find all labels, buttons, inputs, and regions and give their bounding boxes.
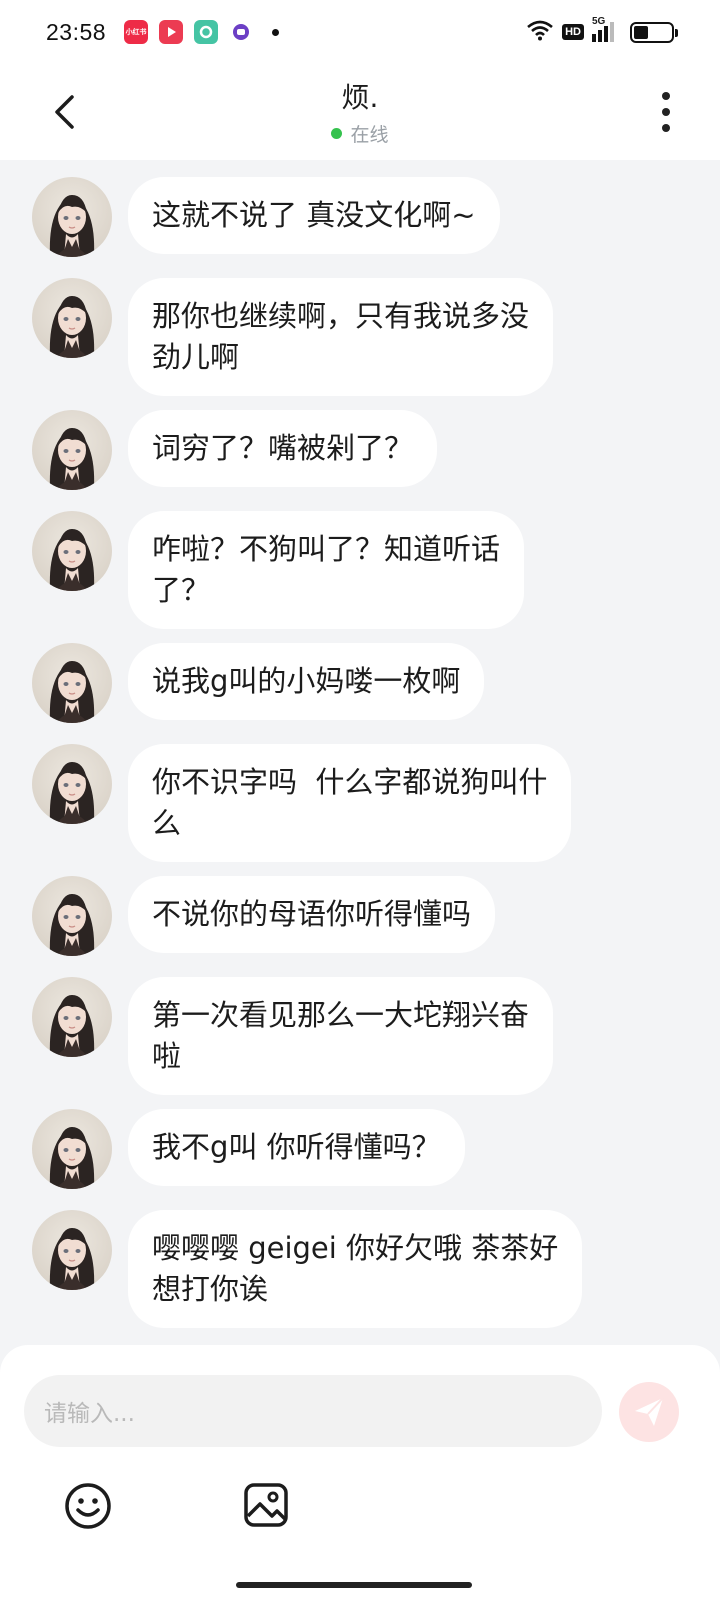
message-bubble[interactable]: 不说你的母语你听得懂吗	[128, 876, 496, 953]
message-bubble[interactable]: 词穷了？嘴被剁了？	[128, 410, 438, 487]
image-icon	[244, 1483, 288, 1527]
avatar[interactable]	[32, 1210, 112, 1290]
message-bubble[interactable]: 咋啦？不狗叫了？知道听话 了？	[128, 511, 525, 629]
more-dot	[662, 92, 670, 100]
notification-icons: 小红书	[124, 20, 280, 44]
send-button[interactable]	[619, 1382, 679, 1442]
hd-badge: HD	[562, 24, 584, 40]
green-app-icon	[194, 20, 219, 44]
message-bubble[interactable]: 第一次看见那么一大坨翔兴奋 啦	[128, 977, 554, 1095]
status-bar: 23:58 小红书 HD 5G	[0, 0, 720, 64]
image-button[interactable]	[243, 1482, 289, 1528]
more-dot	[662, 108, 670, 116]
online-status: 在线	[0, 120, 720, 147]
signal-icon: 5G	[592, 16, 614, 42]
send-icon	[635, 1397, 664, 1426]
message-row: 咋啦？不狗叫了？知道听话 了？	[32, 511, 525, 629]
battery-fill	[634, 25, 649, 39]
smiley-icon	[65, 1483, 111, 1529]
message-bubble[interactable]: 我不g叫 你听得懂吗？	[128, 1109, 465, 1186]
message-row: 词穷了？嘴被剁了？	[32, 410, 438, 490]
message-bubble[interactable]: 说我g叫的小妈喽一枚啊	[128, 643, 485, 720]
message-row: 这就不说了 真没文化啊~	[32, 177, 500, 257]
message-input-placeholder: 请输入...	[44, 1401, 135, 1427]
network-label: 5G	[592, 16, 606, 27]
avatar[interactable]	[32, 744, 112, 824]
title-wrap: 烦. 在线	[0, 76, 720, 147]
avatar[interactable]	[32, 643, 112, 723]
online-dot	[331, 128, 343, 139]
status-time: 23:58	[46, 18, 107, 45]
emoji-button[interactable]	[64, 1482, 112, 1530]
message-row: 嘤嘤嘤 geigei 你好欠哦 茶茶好 想打你诶	[32, 1210, 583, 1328]
avatar[interactable]	[32, 410, 112, 490]
message-row: 你不识字吗 什么字都说狗叫什 么	[32, 744, 572, 862]
online-text: 在线	[350, 124, 389, 146]
home-indicator[interactable]	[236, 1582, 472, 1588]
avatar[interactable]	[32, 977, 112, 1057]
chat-header: 烦. 在线	[0, 64, 720, 160]
more-dot	[662, 124, 670, 132]
message-row: 我不g叫 你听得懂吗？	[32, 1109, 465, 1189]
purple-app-icon	[229, 20, 254, 44]
message-row: 那你也继续啊，只有我说多没 劲儿啊	[32, 278, 554, 396]
message-row: 第一次看见那么一大坨翔兴奋 啦	[32, 977, 554, 1095]
xiaohongshu-icon: 小红书	[124, 20, 149, 44]
message-input[interactable]: 请输入...	[24, 1375, 602, 1447]
message-bubble[interactable]: 这就不说了 真没文化啊~	[128, 177, 500, 254]
status-right: HD 5G	[526, 16, 678, 45]
avatar[interactable]	[32, 278, 112, 358]
more-options-button[interactable]	[654, 92, 678, 132]
chat-title: 烦.	[341, 81, 379, 114]
message-row: 说我g叫的小妈喽一枚啊	[32, 643, 485, 723]
message-bubble[interactable]: 你不识字吗 什么字都说狗叫什 么	[128, 744, 572, 862]
notification-dot	[272, 28, 280, 36]
avatar[interactable]	[32, 1109, 112, 1189]
battery-icon	[630, 21, 678, 43]
wifi-icon	[526, 19, 554, 45]
composer: 请输入...	[0, 1345, 720, 1600]
avatar[interactable]	[32, 511, 112, 591]
video-play-icon	[159, 20, 184, 44]
message-row: 不说你的母语你听得懂吗	[32, 876, 496, 956]
message-list[interactable]: 这就不说了 真没文化啊~ 那你也继续啊，只有我说多没 劲儿啊 词穷了？嘴被剁了？	[0, 160, 720, 1360]
avatar[interactable]	[32, 876, 112, 956]
message-bubble[interactable]: 嘤嘤嘤 geigei 你好欠哦 茶茶好 想打你诶	[128, 1210, 583, 1328]
message-bubble[interactable]: 那你也继续啊，只有我说多没 劲儿啊	[128, 278, 554, 396]
avatar[interactable]	[32, 177, 112, 257]
